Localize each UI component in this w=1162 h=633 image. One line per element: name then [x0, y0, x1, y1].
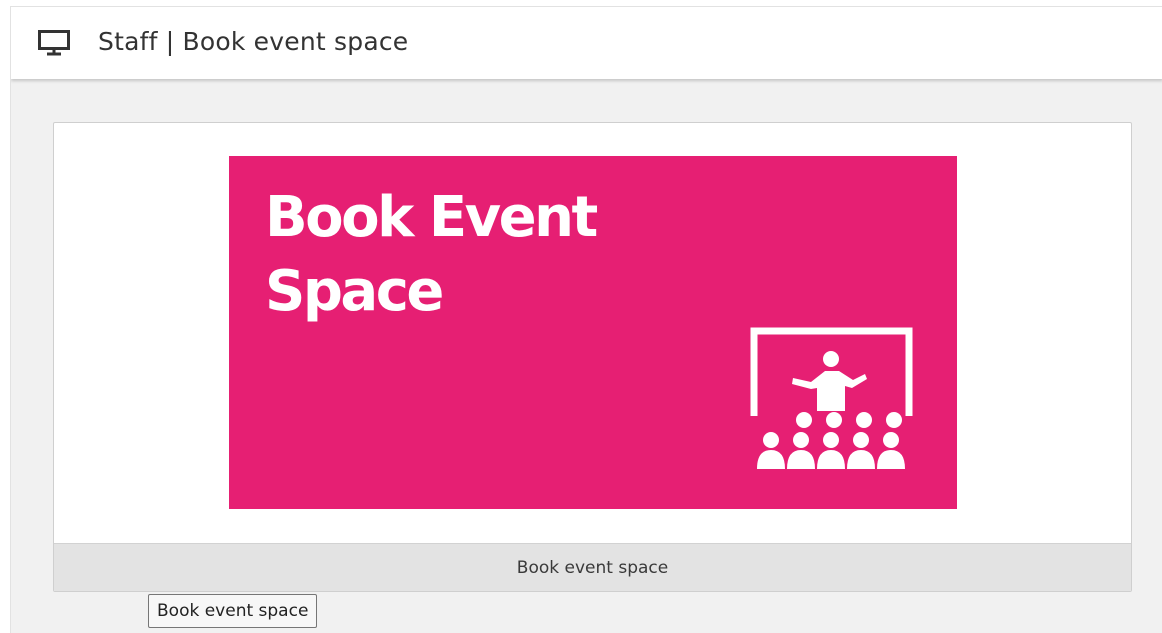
banner-title-line-2: Space [265, 259, 444, 324]
presentation-audience-icon [750, 327, 913, 469]
book-event-space-tile[interactable]: Book Event Space Book event space [53, 122, 1132, 592]
tile-label[interactable]: Book event space [54, 543, 1131, 591]
page-header: Staff | Book event space [11, 7, 1162, 79]
monitor-icon [38, 30, 70, 56]
tooltip: Book event space [148, 594, 318, 628]
banner-title-line-1: Book Event [265, 185, 598, 250]
app-window: Staff | Book event space Book Event Spac… [10, 6, 1162, 633]
book-event-space-banner[interactable]: Book Event Space [229, 156, 957, 509]
page-title: Staff | Book event space [98, 27, 409, 56]
